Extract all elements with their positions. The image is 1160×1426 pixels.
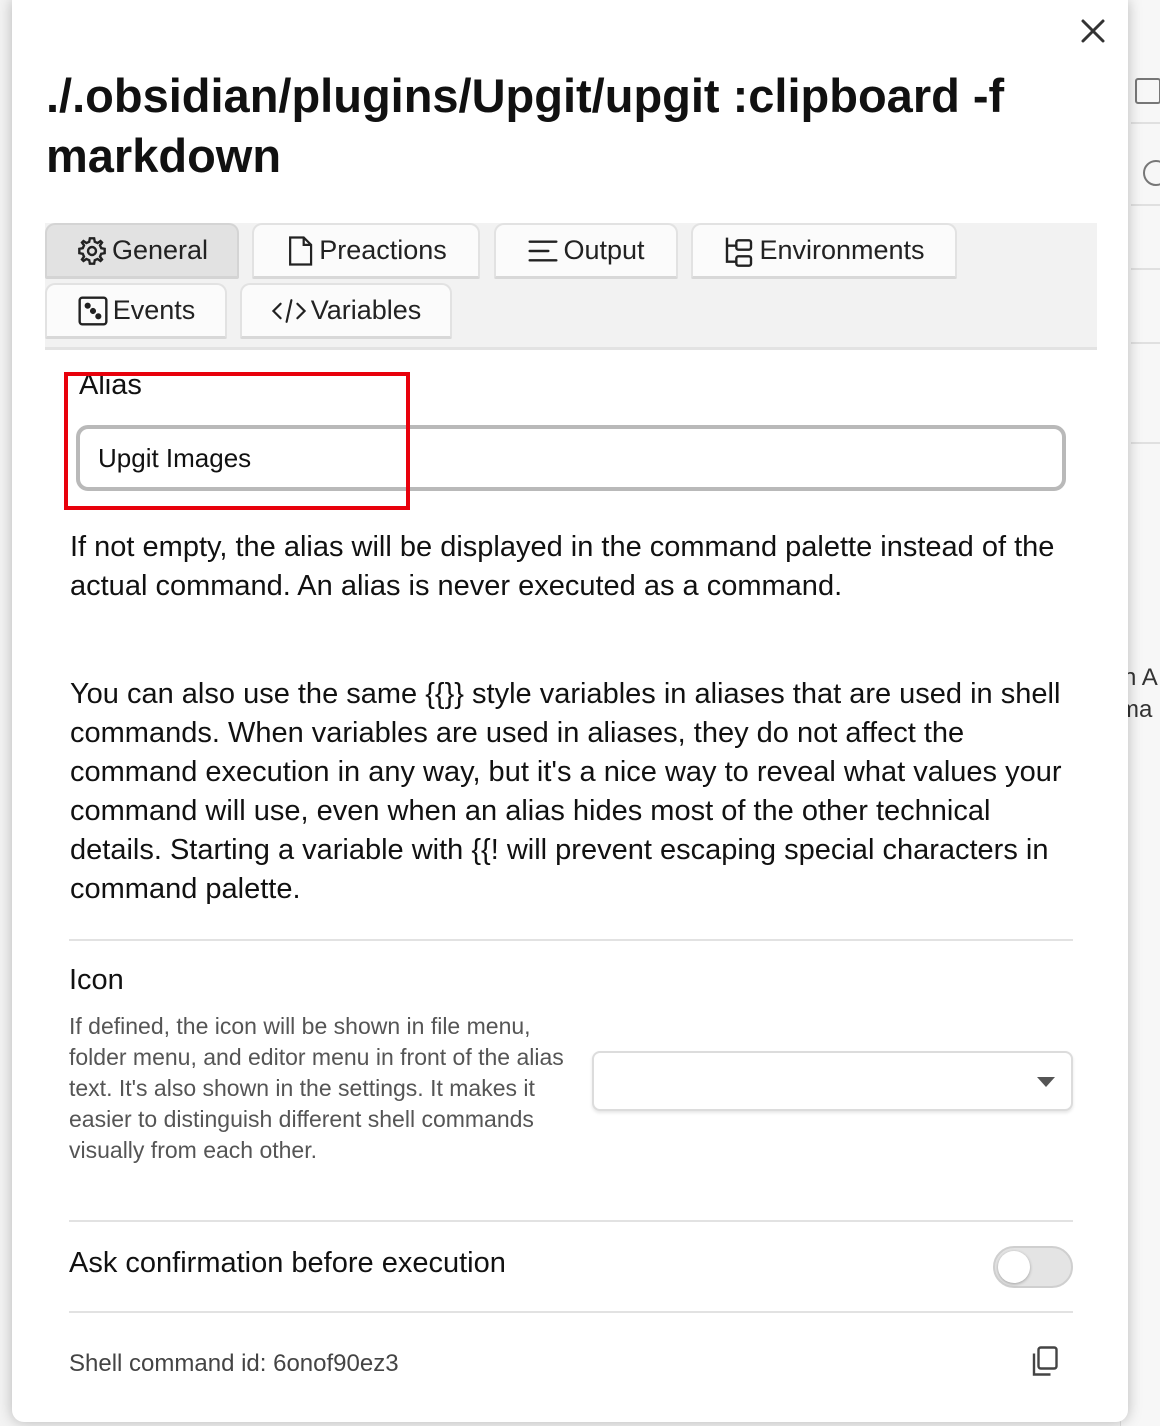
confirmation-label: Ask confirmation before execution	[69, 1247, 506, 1279]
toggle-knob	[998, 1251, 1030, 1283]
tab-label: Preactions	[319, 235, 447, 265]
tab-label: Variables	[310, 295, 422, 325]
chevron-down-icon	[1037, 1077, 1055, 1087]
tab-label: General	[111, 235, 209, 265]
tab-general[interactable]: General	[45, 223, 239, 279]
icon-setting-description: If defined, the icon will be shown in fi…	[69, 1013, 564, 1163]
divider	[69, 1220, 1073, 1222]
tab-variables[interactable]: Variables	[240, 283, 452, 339]
background-divider	[1131, 122, 1160, 124]
shell-command-id: Shell command id: 6onof90ez3	[69, 1350, 399, 1377]
alias-variables-description: You can also use the same {{}} style var…	[70, 678, 1062, 905]
background-divider	[1131, 268, 1160, 270]
copy-button[interactable]	[1028, 1343, 1064, 1379]
tab-label: Environments	[759, 235, 925, 265]
tab-label: Events	[112, 295, 196, 325]
background-text: n A	[1123, 664, 1158, 691]
modal-title: ./.obsidian/plugins/Upgit/upgit :clipboa…	[46, 69, 1005, 182]
dice-icon	[78, 295, 108, 326]
tab-bar: General Preactions Output Environments E…	[45, 223, 1097, 350]
alias-description: If not empty, the alias will be displaye…	[70, 531, 1055, 602]
gear-icon	[78, 236, 106, 265]
tab-environments[interactable]: Environments	[691, 223, 957, 279]
icon-select-dropdown[interactable]	[592, 1051, 1073, 1111]
tab-output[interactable]: Output	[494, 223, 678, 279]
folder-tree-icon	[726, 237, 753, 267]
icon-setting-label: Icon	[69, 964, 124, 996]
align-left-icon	[528, 239, 559, 262]
background-divider	[1131, 204, 1160, 206]
code-icon	[271, 298, 306, 323]
tab-preactions[interactable]: Preactions	[252, 223, 480, 279]
divider	[69, 939, 1073, 941]
alias-label: Alias	[79, 369, 142, 401]
background-divider	[1131, 442, 1160, 444]
file-icon	[289, 235, 313, 266]
copy-icon[interactable]	[1028, 1343, 1064, 1379]
background-divider	[1131, 342, 1160, 344]
background-dice-icon	[1135, 78, 1160, 104]
close-button[interactable]	[1076, 14, 1110, 48]
tab-label: Output	[563, 235, 645, 265]
background-search-icon	[1143, 160, 1160, 186]
tab-events[interactable]: Events	[45, 283, 227, 339]
confirmation-toggle[interactable]	[993, 1246, 1073, 1288]
close-icon[interactable]	[1080, 18, 1106, 44]
divider	[69, 1311, 1073, 1313]
alias-input[interactable]	[76, 425, 1066, 491]
